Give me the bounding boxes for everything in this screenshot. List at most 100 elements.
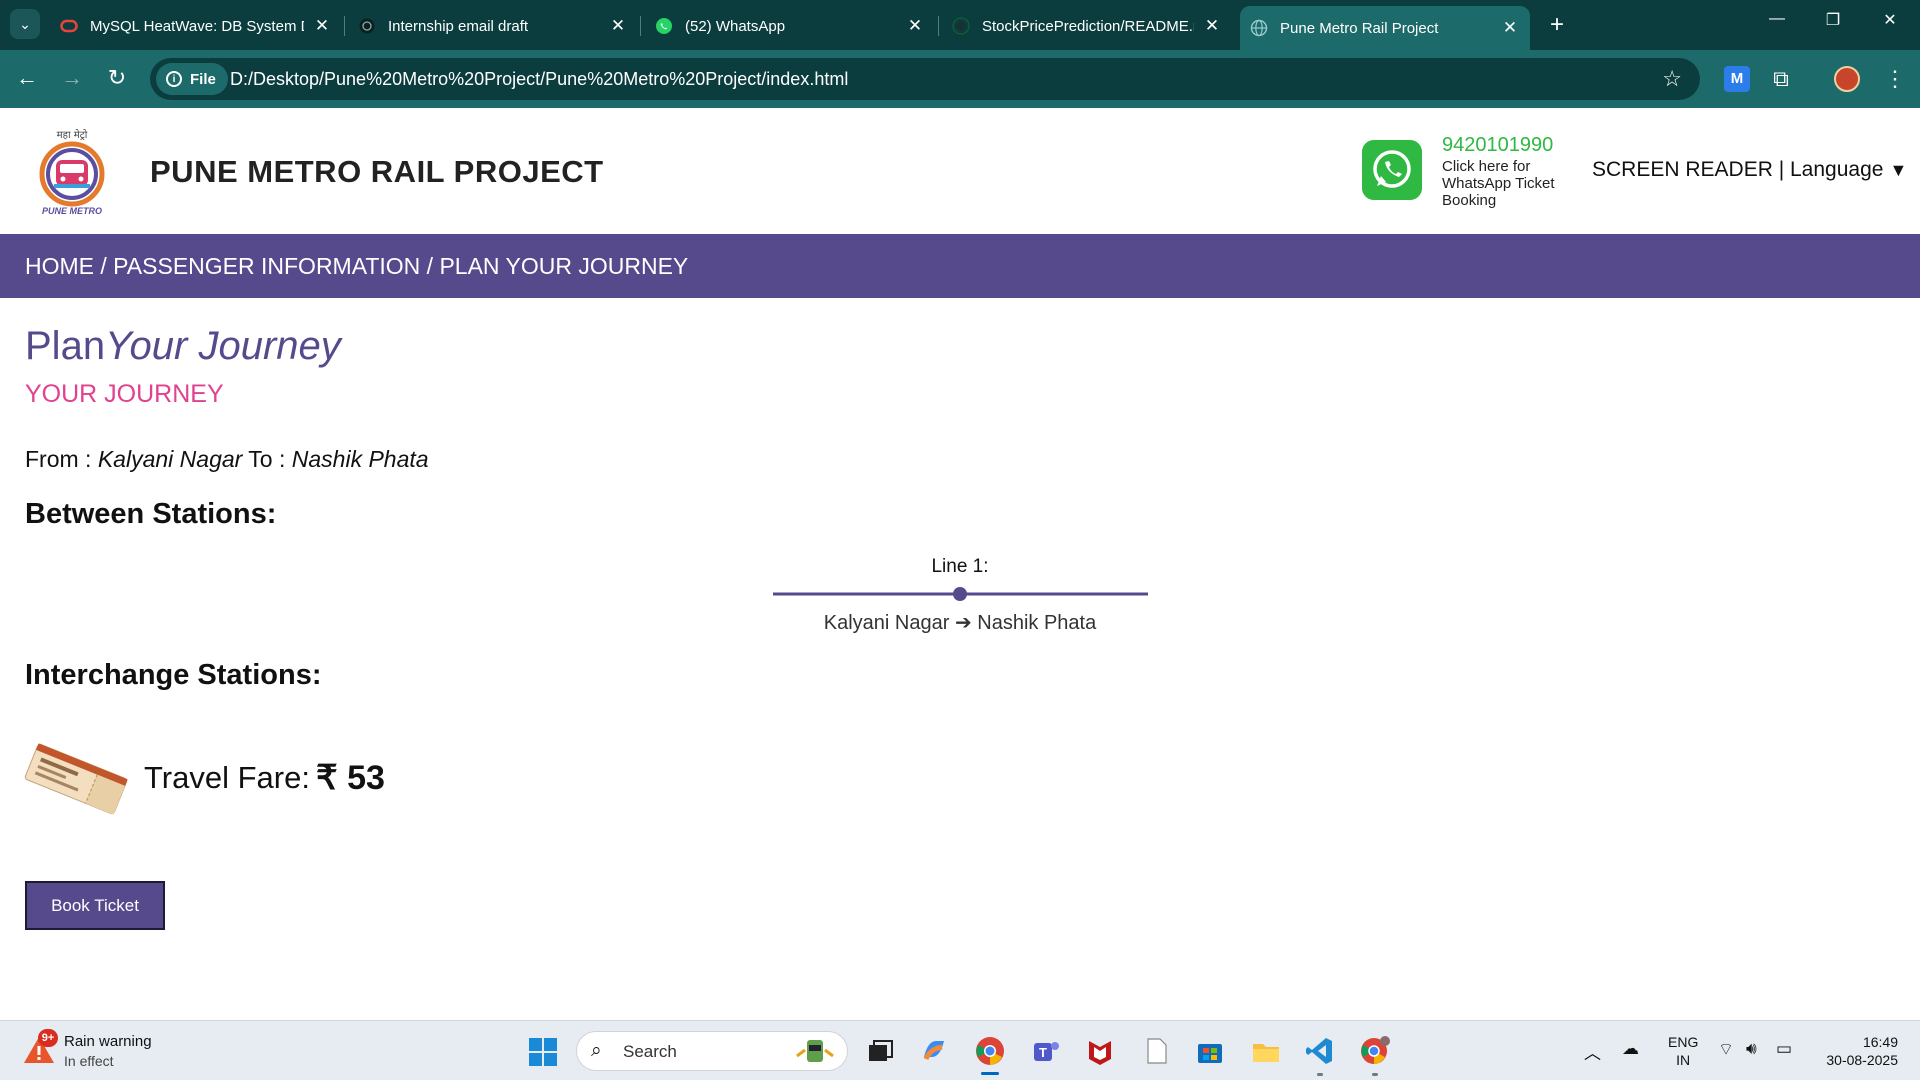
close-icon[interactable]: ✕	[608, 16, 628, 36]
whatsapp-booking-link[interactable]: Click here for WhatsApp Ticket Booking	[1442, 158, 1572, 209]
microsoft-store-icon[interactable]	[1194, 1035, 1226, 1067]
whatsapp-icon[interactable]	[1362, 140, 1422, 200]
browser-tab-mysql[interactable]: MySQL HeatWave: DB System D ✕	[50, 9, 342, 43]
close-icon[interactable]: ✕	[1500, 18, 1520, 38]
from-label: From :	[25, 446, 92, 472]
browser-menu-icon[interactable]: ⋮	[1882, 66, 1908, 92]
tab-separator	[344, 16, 345, 36]
travel-fare-value: ₹ 53	[316, 759, 385, 797]
region-code: IN	[1676, 1052, 1691, 1068]
from-station: Kalyani Nagar	[97, 446, 243, 472]
address-bar[interactable]: i File D:/Desktop/Pune%20Metro%20Project…	[150, 58, 1700, 100]
arrow-right-icon: →	[61, 65, 83, 90]
svg-text:PUNE METRO: PUNE METRO	[42, 206, 102, 216]
travel-fare-label: Travel Fare:	[144, 760, 310, 795]
system-clock[interactable]: 16:49 30-08-2025	[1818, 1033, 1898, 1069]
screen-reader-language-label[interactable]: SCREEN READER | Language	[1592, 158, 1883, 181]
chrome-profile-icon[interactable]	[1358, 1035, 1390, 1067]
restore-icon: ❐	[1825, 12, 1841, 29]
browser-tab-pune-metro[interactable]: Pune Metro Rail Project ✕	[1240, 6, 1530, 50]
web-page: महा मेट्रो PUNE METRO PUNE METRO RAIL PR…	[0, 108, 1920, 1020]
tab-title: StockPricePrediction/README.m	[982, 17, 1194, 35]
breadcrumb[interactable]: HOME / PASSENGER INFORMATION / PLAN YOUR…	[0, 234, 1920, 298]
tab-search-button[interactable]: ⌄	[10, 9, 40, 39]
ticket-image	[24, 743, 128, 815]
search-highlight-icon	[796, 1040, 834, 1062]
clock-time: 16:49	[1862, 1034, 1898, 1050]
extensions-puzzle-icon[interactable]: ⧉	[1768, 66, 1794, 92]
vscode-icon[interactable]	[1304, 1035, 1336, 1067]
input-language-indicator[interactable]: ENG IN	[1668, 1033, 1698, 1069]
browser-toolbar: ← → ↻ i File D:/Desktop/Pune%20Metro%20P…	[0, 50, 1920, 108]
caret-down-icon[interactable]: ▼	[1889, 160, 1907, 180]
tab-title: MySQL HeatWave: DB System D	[90, 17, 304, 35]
bookmark-star-icon[interactable]: ☆	[1662, 66, 1682, 92]
to-station: Nashik Phata	[291, 446, 429, 472]
notepad-icon[interactable]	[1140, 1035, 1172, 1067]
close-icon[interactable]: ✕	[1202, 16, 1222, 36]
chrome-icon[interactable]	[974, 1035, 1006, 1067]
windows-taskbar: 9+ Rain warning In effect ⌕ Search T ︿ ☁…	[0, 1020, 1920, 1080]
svg-text:महा मेट्रो: महा मेट्रो	[57, 129, 88, 141]
forward-button[interactable]: →	[57, 65, 87, 91]
site-info-chip[interactable]: i File	[156, 63, 228, 95]
interchange-stations-heading: Interchange Stations:	[25, 659, 322, 691]
onedrive-sync-icon[interactable]: ☁	[1622, 1039, 1639, 1059]
close-icon: ✕	[1883, 12, 1897, 29]
github-icon	[952, 17, 970, 35]
chatgpt-icon	[359, 18, 375, 34]
site-info-label: File	[190, 70, 216, 88]
whatsapp-icon	[656, 18, 672, 34]
clock-date: 30-08-2025	[1826, 1052, 1898, 1068]
vscode-running-indicator	[1317, 1073, 1323, 1076]
from-to-line: From : Kalyani Nagar To : Nashik Phata	[25, 446, 429, 473]
profile-avatar[interactable]	[1834, 66, 1860, 92]
weather-subtitle[interactable]: In effect	[64, 1053, 114, 1069]
extension-m-icon[interactable]: M	[1724, 66, 1750, 92]
chevron-down-icon: ⌄	[19, 15, 31, 32]
battery-icon[interactable]: ▭	[1776, 1039, 1792, 1059]
pune-metro-logo[interactable]: महा मेट्रो PUNE METRO	[30, 126, 114, 218]
book-ticket-button[interactable]: Book Ticket	[25, 881, 165, 930]
browser-tab-github[interactable]: StockPricePrediction/README.m ✕	[942, 9, 1232, 43]
language-code: ENG	[1668, 1034, 1699, 1050]
new-tab-button[interactable]: +	[1543, 11, 1571, 39]
site-title: PUNE METRO RAIL PROJECT	[150, 154, 604, 189]
close-icon[interactable]: ✕	[905, 16, 925, 36]
line-label: Line 1:	[931, 556, 989, 577]
to-label: To :	[248, 446, 286, 472]
wifi-icon[interactable]: ⌔	[1718, 1039, 1734, 1060]
mcafee-icon[interactable]	[1084, 1035, 1116, 1067]
volume-icon[interactable]: 🔊︎	[1746, 1039, 1757, 1059]
browser-tab-whatsapp[interactable]: (52) WhatsApp ✕	[645, 9, 935, 43]
show-hidden-icons-chevron[interactable]: ︿	[1584, 1039, 1601, 1064]
globe-icon	[1250, 19, 1268, 37]
tab-separator	[640, 16, 641, 36]
browser-tab-chatgpt[interactable]: Internship email draft ✕	[348, 9, 638, 43]
weather-title[interactable]: Rain warning	[64, 1033, 152, 1050]
between-stations-heading: Between Stations:	[25, 498, 277, 530]
route-station-dot	[953, 587, 967, 601]
line-route-stations: Kalyani Nagar ➔ Nashik Phata	[823, 612, 1097, 634]
teams-icon[interactable]: T	[1030, 1035, 1062, 1067]
browser-tab-bar: ⌄ MySQL HeatWave: DB System D ✕ Internsh…	[0, 0, 1920, 50]
url-text[interactable]: D:/Desktop/Pune%20Metro%20Project/Pune%2…	[230, 69, 848, 90]
copilot-icon[interactable]	[918, 1035, 950, 1067]
file-explorer-icon[interactable]	[1250, 1035, 1282, 1067]
minimize-icon: —	[1769, 10, 1785, 27]
whatsapp-phone-link[interactable]: 9420101990	[1442, 134, 1553, 157]
page-title-plain: Plan	[25, 324, 106, 368]
taskbar-search[interactable]: ⌕ Search	[576, 1031, 848, 1071]
task-view-icon[interactable]	[864, 1035, 896, 1067]
screen-reader-language-menu[interactable]: SCREEN READER | Language ▼	[1592, 158, 1907, 182]
minimize-button[interactable]: —	[1757, 10, 1797, 28]
close-window-button[interactable]: ✕	[1870, 10, 1910, 30]
tab-separator	[938, 16, 939, 36]
search-icon: ⌕	[591, 1040, 602, 1061]
restore-button[interactable]: ❐	[1813, 10, 1853, 30]
reload-button[interactable]: ↻	[102, 65, 132, 91]
tab-title: Internship email draft	[388, 17, 529, 35]
close-icon[interactable]: ✕	[312, 16, 332, 36]
windows-start-icon[interactable]	[528, 1037, 558, 1067]
back-button[interactable]: ←	[12, 65, 42, 91]
